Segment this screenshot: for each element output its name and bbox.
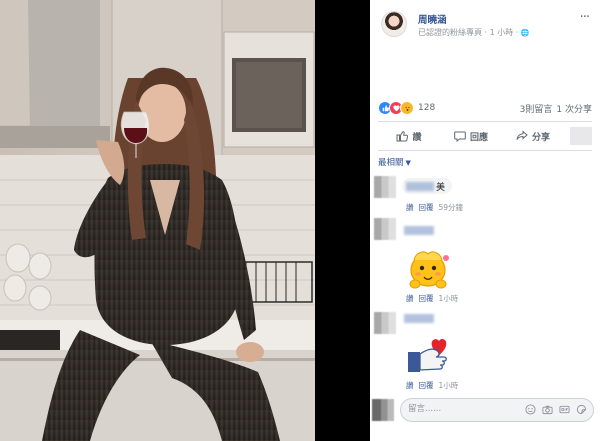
author-avatar[interactable] (381, 11, 407, 37)
comment-like-link[interactable]: 讚 (406, 294, 414, 303)
reaction-stats: 128 3則留言 1 次分享 (378, 100, 594, 116)
comment-time[interactable]: 59分鐘 (439, 203, 464, 212)
comment-composer (370, 396, 600, 426)
post-header: 周曉涵 已認證的粉絲專頁 · 1 小時 · 🌐 ··· (378, 6, 593, 40)
sticker-icon[interactable] (576, 404, 587, 415)
gif-icon[interactable] (559, 404, 570, 415)
comment-button[interactable]: 回應 (440, 130, 502, 143)
comment-reply-link[interactable]: 回覆 (419, 203, 434, 212)
post-actions: 讚 回應 分享 (378, 124, 592, 148)
share-button[interactable]: 分享 (502, 130, 564, 143)
divider (378, 150, 592, 151)
like-icon (396, 131, 409, 142)
post-meta: 已認證的粉絲專頁 · 1 小時 · 🌐 (418, 27, 530, 38)
comment-text: 美 (436, 182, 446, 193)
comment-input[interactable] (408, 403, 508, 415)
sticker-image (408, 338, 447, 372)
more-icon[interactable]: ··· (580, 10, 590, 25)
share-label: 分享 (531, 132, 550, 143)
photo-image (0, 0, 315, 441)
chevron-down-icon: ▼ (405, 159, 411, 167)
comment-time[interactable]: 1小時 (439, 294, 459, 303)
camera-icon[interactable] (542, 404, 553, 415)
like-button[interactable]: 讚 (378, 130, 440, 143)
comment-like-link[interactable]: 讚 (406, 203, 414, 212)
author-name[interactable]: 周曉涵 (418, 12, 447, 26)
globe-icon: 🌐 (520, 29, 530, 37)
comment-like-link[interactable]: 讚 (406, 381, 414, 390)
comment-input-box[interactable] (400, 398, 594, 422)
current-user-avatar (372, 399, 394, 421)
engagement-counts: 3則留言 1 次分享 (520, 102, 592, 115)
divider (378, 121, 592, 122)
comment-actions: 讚回覆 1小時 (406, 293, 463, 304)
comment-actions: 讚回覆 1小時 (406, 380, 463, 391)
commenter-avatar[interactable] (374, 176, 396, 198)
composer-icons (525, 404, 587, 415)
post-meta-text: 已認證的粉絲專頁 · 1 小時 · (418, 28, 521, 37)
comment-reply-link[interactable]: 回覆 (419, 294, 434, 303)
commenter-name[interactable] (404, 226, 434, 235)
comment-icon (454, 131, 466, 142)
comment-label: 回應 (469, 132, 488, 143)
sticker-image (409, 251, 449, 289)
share-count[interactable]: 1 次分享 (556, 105, 592, 115)
sort-label: 最相關 (378, 158, 404, 168)
comment-actions: 讚回覆 59分鐘 (406, 202, 468, 213)
commenter-name[interactable] (404, 314, 434, 323)
comment-sort-dropdown[interactable]: 最相關 ▼ (378, 156, 411, 168)
post-photo[interactable] (0, 0, 315, 441)
share-icon (516, 130, 528, 140)
commenter-avatar[interactable] (374, 218, 396, 240)
share-as-avatar[interactable] (570, 127, 592, 145)
post-panel: 周曉涵 已認證的粉絲專頁 · 1 小時 · 🌐 ··· 128 3則留言 1 次分… (370, 0, 600, 441)
comment-reply-link[interactable]: 回覆 (419, 381, 434, 390)
emoji-icon[interactable] (525, 404, 536, 415)
like-label: 讚 (412, 132, 422, 143)
reaction-count: 128 (418, 103, 436, 113)
commenter-avatar[interactable] (374, 312, 396, 334)
reaction-summary[interactable]: 128 (378, 101, 435, 115)
commenter-name[interactable] (406, 181, 434, 191)
comment-time[interactable]: 1小時 (439, 381, 459, 390)
comment-bubble: 美 (402, 178, 453, 194)
comment-count[interactable]: 3則留言 (520, 105, 553, 115)
photo-viewer (0, 0, 370, 441)
wow-reaction-icon (400, 101, 414, 115)
